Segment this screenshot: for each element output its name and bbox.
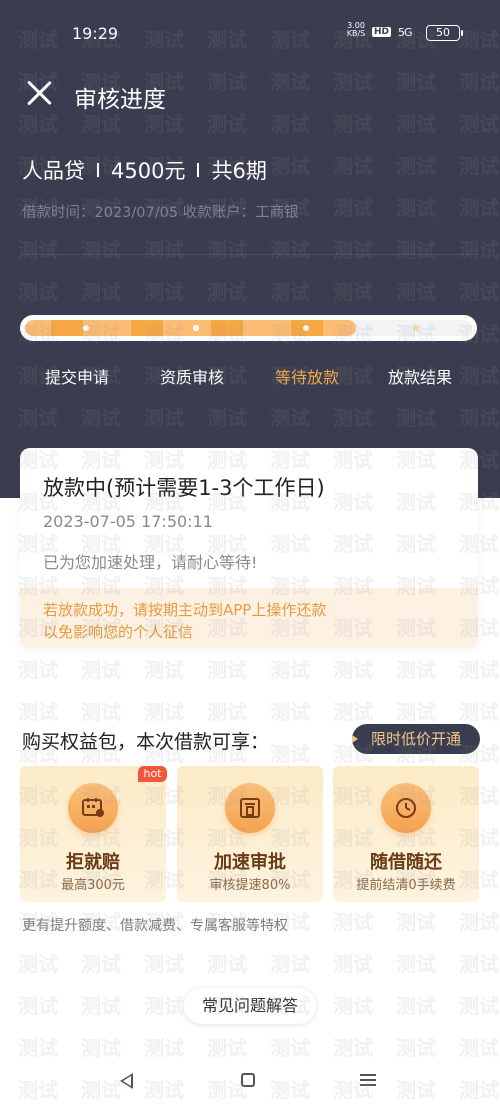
- benefit-desc: 提前结清0手续费: [356, 878, 456, 893]
- status-message: 已为您加速处理，请耐心等待!: [43, 553, 258, 572]
- more-privileges-text: 更有提升额度、借款减费、专属客服等特权: [22, 918, 288, 934]
- progress-dot: [413, 325, 419, 331]
- notice-line: 若放款成功，请按期主动到APP上操作还款: [43, 601, 327, 619]
- back-icon[interactable]: [120, 1073, 133, 1089]
- watermark-text: 测试: [396, 1036, 436, 1060]
- watermark-text: 测试: [270, 1036, 310, 1060]
- watermark-text: 测试: [144, 1036, 184, 1060]
- status-title: 放款中(预计需要1-3个工作日): [43, 476, 325, 500]
- progress-bar: [20, 315, 477, 341]
- watermark-text: 测试: [459, 1036, 499, 1060]
- status-time: 19:29: [72, 24, 119, 43]
- watermark-text: 测试: [81, 994, 121, 1018]
- watermark-text: 测试: [207, 1036, 247, 1060]
- separator: [97, 163, 99, 177]
- progress-track: [25, 320, 472, 336]
- separator: [197, 163, 200, 177]
- step-submit: 提交申请: [45, 368, 110, 387]
- status-time-stamp: 2023-07-05 17:50:11: [43, 512, 213, 531]
- battery-icon: 50: [426, 25, 463, 41]
- network-speed-unit: KB/S: [346, 29, 366, 38]
- benefit-desc: 审核提速80%: [209, 878, 291, 893]
- watermark-text: 测试: [144, 658, 184, 682]
- watermark-text: 测试: [81, 700, 121, 724]
- progress-dot: [83, 325, 89, 331]
- home-icon[interactable]: [241, 1073, 255, 1087]
- step-waiting: 等待放款: [275, 368, 340, 387]
- watermark-text: 测试: [144, 700, 184, 724]
- watermark-text: 测试: [18, 994, 58, 1018]
- signal-icon: 5G: [398, 26, 412, 39]
- benefit-name: 随借随还: [370, 852, 442, 873]
- repayment-notice: 若放款成功，请按期主动到APP上操作还款 以免影响您的个人征信: [20, 588, 478, 648]
- benefit-name: 加速审批: [214, 852, 286, 873]
- watermark-text: 测试: [18, 658, 58, 682]
- watermark-text: 测试: [18, 952, 58, 976]
- benefit-card-flexible-repay[interactable]: 随借随还 提前结清0手续费: [333, 766, 479, 902]
- document-stamp-icon: [225, 783, 275, 833]
- benefit-title: 购买权益包，本次借款可享：: [22, 731, 270, 753]
- menu-icon[interactable]: [360, 1074, 376, 1086]
- watermark-text: 测试: [81, 952, 121, 976]
- watermark-text: 测试: [459, 700, 499, 724]
- watermark-text: 测试: [270, 952, 310, 976]
- watermark-text: 测试: [207, 952, 247, 976]
- watermark-text: 测试: [81, 658, 121, 682]
- benefit-card-fast-approval[interactable]: 加速审批 审核提速80%: [177, 766, 323, 902]
- hot-badge: hot: [138, 766, 167, 782]
- status-card: 放款中(预计需要1-3个工作日) 2023-07-05 17:50:11 已为您…: [20, 448, 478, 648]
- watermark-text: 测试: [459, 658, 499, 682]
- system-nav-bar: [0, 1065, 500, 1095]
- loan-product: 人品贷: [22, 159, 85, 183]
- watermark-text: 测试: [396, 910, 436, 934]
- watermark-text: 测试: [18, 1036, 58, 1060]
- watermark-text: 测试: [18, 700, 58, 724]
- watermark-text: 测试: [144, 994, 184, 1018]
- watermark-text: 测试: [459, 994, 499, 1018]
- watermark-text: 测试: [396, 700, 436, 724]
- watermark-text: 测试: [333, 658, 373, 682]
- watermark-text: 测试: [333, 700, 373, 724]
- watermark-text: 测试: [333, 952, 373, 976]
- promo-open-button[interactable]: 限时低价开通: [352, 724, 480, 754]
- watermark-text: 测试: [396, 952, 436, 976]
- loan-amount: 4500元: [111, 159, 186, 183]
- progress-dot: [303, 325, 309, 331]
- watermark-text: 测试: [207, 700, 247, 724]
- page-title: 审核进度: [74, 87, 166, 113]
- loan-summary: 人品贷 4500元 共6期: [22, 155, 267, 185]
- watermark-text: 测试: [333, 994, 373, 1018]
- close-icon[interactable]: [26, 80, 52, 106]
- network-speed: 3.00 KB/S: [344, 22, 368, 38]
- watermark-text: 测试: [333, 1036, 373, 1060]
- progress-steps: 提交申请 资质审核 等待放款 放款结果: [0, 364, 500, 387]
- faq-button[interactable]: 常见问题解答: [184, 988, 316, 1024]
- notice-line: 以免影响您的个人征信: [43, 623, 194, 641]
- watermark-text: 测试: [333, 910, 373, 934]
- divider: [22, 254, 478, 255]
- calendar-card-icon: [68, 783, 118, 833]
- watermark-text: 测试: [144, 952, 184, 976]
- hd-icon: HD: [372, 27, 392, 37]
- watermark-text: 测试: [459, 952, 499, 976]
- watermark-text: 测试: [270, 742, 310, 766]
- loan-term: 共6期: [211, 159, 267, 183]
- step-review: 资质审核: [160, 368, 225, 387]
- loan-meta: 借款时间：2023/07/05 收款账户：工商银: [22, 205, 299, 221]
- watermark-text: 测试: [270, 658, 310, 682]
- watermark-text: 测试: [81, 1036, 121, 1060]
- clock-icon: [381, 783, 431, 833]
- benefit-desc: 最高300元: [61, 878, 125, 893]
- watermark-text: 测试: [270, 700, 310, 724]
- header-background: [0, 0, 500, 498]
- watermark-text: 测试: [207, 658, 247, 682]
- progress-dot: [193, 325, 199, 331]
- status-bar: 19:29 3.00 KB/S HD 5G 50: [0, 22, 500, 46]
- step-result: 放款结果: [388, 368, 453, 387]
- benefit-card-refusal-compensation[interactable]: 拒就赔 最高300元: [20, 766, 166, 902]
- watermark-text: 测试: [459, 910, 499, 934]
- watermark-text: 测试: [396, 994, 436, 1018]
- benefit-name: 拒就赔: [66, 852, 120, 873]
- watermark-text: 测试: [396, 658, 436, 682]
